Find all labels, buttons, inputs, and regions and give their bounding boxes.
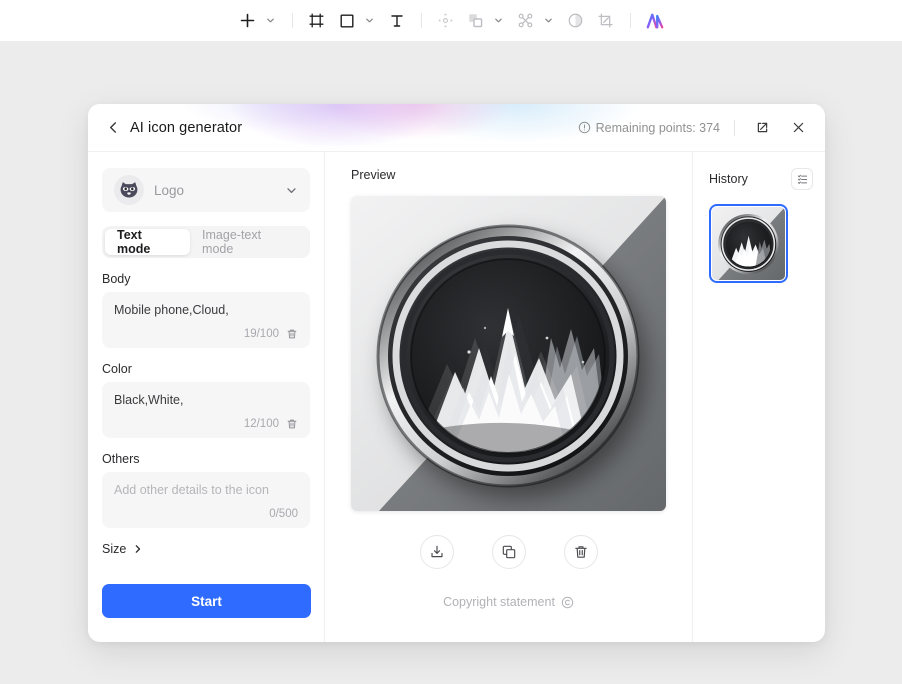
nodes-icon[interactable] [511, 7, 541, 35]
chevron-right-icon-size [133, 544, 143, 554]
expand-icon[interactable] [749, 115, 775, 141]
clear-color-icon[interactable] [286, 418, 298, 430]
toolbar-divider [291, 13, 293, 28]
copyright-icon [561, 596, 574, 609]
preview-actions [351, 535, 666, 569]
clear-body-icon[interactable] [286, 328, 298, 340]
body-counter: 19/100 [243, 328, 279, 340]
remaining-points-text: Remaining points: 374 [595, 120, 720, 135]
tab-text-mode[interactable]: Text mode [105, 228, 191, 256]
download-button[interactable] [419, 535, 454, 569]
back-button[interactable] [102, 114, 124, 142]
copy-button[interactable] [491, 535, 526, 569]
others-input[interactable]: Add other details to the icon 0/500 [102, 472, 310, 528]
preview-image[interactable] [351, 196, 666, 511]
rectangle-icon[interactable] [332, 7, 362, 35]
move-icon[interactable] [431, 7, 461, 35]
color-input-value: Black,White, [114, 393, 184, 407]
logo-type-label: Logo [154, 182, 185, 198]
tab-image-text-mode-label: Image-text mode [202, 228, 262, 256]
toolbar-group-shapes [461, 7, 511, 35]
delete-button[interactable] [563, 535, 598, 569]
chevron-down-icon-shape[interactable] [362, 7, 378, 35]
shapes-icon[interactable] [461, 7, 491, 35]
others-field-footer: 0/500 [114, 502, 298, 520]
history-panel: History [693, 152, 825, 642]
start-button[interactable]: Start [102, 584, 311, 618]
color-field-footer: 12/100 [114, 412, 298, 430]
tab-image-text-mode[interactable]: Image-text mode [190, 228, 307, 256]
text-icon[interactable] [382, 7, 412, 35]
history-thumbnail-image [712, 207, 785, 280]
remaining-points[interactable]: Remaining points: 374 [578, 121, 720, 135]
ai-logo-icon[interactable] [640, 7, 670, 35]
top-toolbar [0, 0, 902, 41]
chevron-down-icon-nodes[interactable] [541, 7, 557, 35]
dialog-title: AI icon generator [130, 119, 243, 136]
body-input[interactable]: Mobile phone,Cloud, 19/100 [102, 292, 310, 348]
ai-icon-generator-dialog: AI icon generator Remaining points: 374 [88, 104, 825, 642]
size-label: Size [102, 542, 127, 556]
dialog-header-actions: Remaining points: 374 [578, 115, 825, 141]
toolbar-group-nodes [511, 7, 561, 35]
tab-text-mode-label: Text mode [117, 228, 151, 256]
chevron-down-icon-shapes[interactable] [491, 7, 507, 35]
history-list-icon[interactable] [791, 168, 813, 190]
history-header: History [709, 168, 813, 190]
color-field-label: Color [102, 362, 132, 376]
toolbar-divider-3 [629, 13, 631, 28]
info-icon [578, 121, 591, 134]
color-input[interactable]: Black,White, 12/100 [102, 382, 310, 438]
contrast-icon[interactable] [561, 7, 591, 35]
raccoon-avatar-icon [114, 175, 144, 205]
body-field-label: Body [102, 272, 131, 286]
close-icon[interactable] [785, 115, 811, 141]
copyright-statement[interactable]: Copyright statement [351, 595, 666, 609]
logo-type-select[interactable]: Logo [102, 168, 310, 212]
settings-panel: Logo Text mode Image-text mode Body Mobi [88, 152, 325, 642]
crop-icon[interactable] [591, 7, 621, 35]
preview-panel: Preview Copyright statement [325, 152, 693, 642]
frame-icon[interactable] [302, 7, 332, 35]
mode-toggle: Text mode Image-text mode [102, 226, 310, 258]
others-counter: 0/500 [269, 508, 298, 520]
header-divider [734, 119, 735, 136]
copyright-statement-label: Copyright statement [443, 595, 555, 609]
body-field-footer: 19/100 [114, 322, 298, 340]
toolbar-group-shape [332, 7, 382, 35]
body-input-value: Mobile phone,Cloud, [114, 303, 229, 317]
others-field-label: Others [102, 452, 140, 466]
toolbar-group-add [233, 7, 283, 35]
add-icon[interactable] [233, 7, 263, 35]
dialog-header: AI icon generator Remaining points: 374 [88, 104, 825, 152]
history-title: History [709, 172, 748, 186]
chevron-down-icon-logo [285, 184, 298, 197]
history-thumbnail[interactable] [709, 204, 788, 283]
color-counter: 12/100 [243, 418, 279, 430]
others-input-placeholder: Add other details to the icon [114, 483, 269, 497]
chevron-down-icon-add[interactable] [263, 7, 279, 35]
toolbar-divider-2 [420, 13, 422, 28]
size-expander[interactable]: Size [102, 542, 310, 556]
dialog-body: Logo Text mode Image-text mode Body Mobi [88, 152, 825, 642]
preview-label: Preview [351, 168, 396, 182]
